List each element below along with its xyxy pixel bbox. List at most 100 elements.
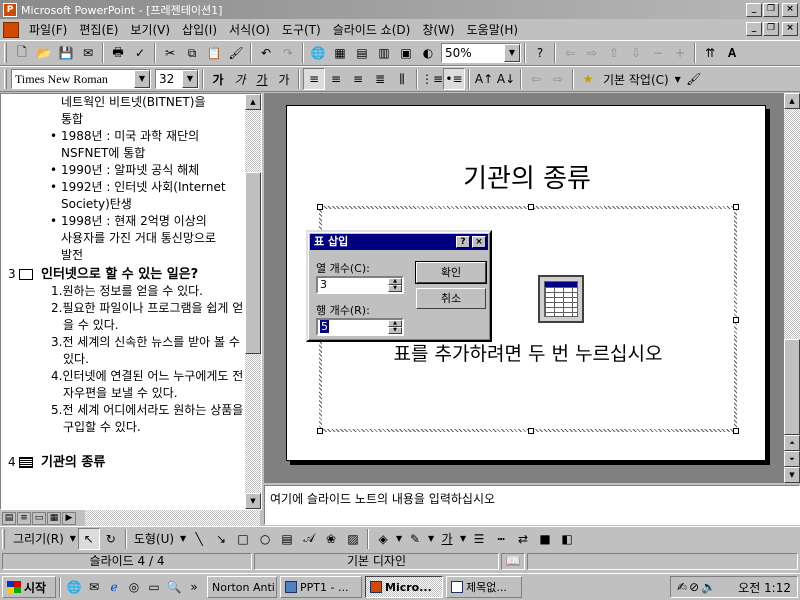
rotate-icon[interactable]: ↻ <box>100 528 122 550</box>
resize-handle[interactable] <box>733 204 739 210</box>
copy-icon[interactable]: ⧉ <box>181 42 203 64</box>
document-icon[interactable] <box>3 21 19 38</box>
dash-style-icon[interactable]: ┅ <box>490 528 512 550</box>
scroll-down-icon[interactable]: ▼ <box>245 493 261 509</box>
outline-hscrollbar[interactable] <box>85 510 260 526</box>
slide-title[interactable]: 기관의 종류 <box>287 158 767 195</box>
toolbar-grip[interactable] <box>4 69 7 89</box>
quicklaunch-outlook-icon[interactable]: ✉ <box>84 577 104 597</box>
normal-view-icon[interactable]: ▤ <box>2 511 16 525</box>
clock[interactable]: 오전 1:12 <box>738 579 797 596</box>
menu-file[interactable]: 파일(F) <box>23 20 73 40</box>
close-button[interactable]: × <box>782 2 798 17</box>
scroll-thumb[interactable] <box>245 172 261 354</box>
help-icon[interactable]: ? <box>456 236 470 248</box>
resize-handle[interactable] <box>317 428 323 434</box>
cut-icon[interactable]: ✂ <box>159 42 181 64</box>
task-powerpoint[interactable]: Micro... <box>365 576 443 598</box>
picture-icon[interactable]: ▨ <box>342 528 364 550</box>
grayscale-icon[interactable]: ◐ <box>417 42 439 64</box>
rows-stepper[interactable]: 5 ▲ ▼ <box>316 318 404 336</box>
volume-icon[interactable]: 🔊 <box>701 580 716 594</box>
resize-handle[interactable] <box>528 428 534 434</box>
resize-handle[interactable] <box>317 204 323 210</box>
scroll-thumb[interactable] <box>784 339 800 435</box>
task-norton[interactable]: Norton Anti... <box>207 576 277 598</box>
shadow-icon[interactable]: 가 <box>273 68 295 90</box>
spin-up-icon[interactable]: ▲ <box>388 320 402 327</box>
menu-view[interactable]: 보기(V) <box>124 20 176 40</box>
distribute-icon[interactable]: ⫼ <box>391 68 413 90</box>
menu-format[interactable]: 서식(O) <box>223 20 276 40</box>
outline-slide-3[interactable]: 3 인터넷으로 할 수 있는 일은? <box>1 266 248 283</box>
demote-icon[interactable]: ⇨ <box>547 68 569 90</box>
save-icon[interactable]: 💾 <box>55 42 77 64</box>
ok-button[interactable]: 확인 <box>415 261 487 284</box>
menu-window[interactable]: 창(W) <box>416 20 460 40</box>
help-icon[interactable]: ? <box>529 42 551 64</box>
font-color-icon[interactable]: 가 <box>436 528 458 550</box>
quicklaunch-app-icon[interactable]: ◎ <box>124 577 144 597</box>
chevron-down-icon[interactable]: ▼ <box>134 70 150 88</box>
scroll-down-icon[interactable]: ▼ <box>784 467 800 483</box>
chevron-down-icon[interactable]: ▼ <box>426 528 436 550</box>
wordart-icon[interactable]: 𝒜 <box>298 528 320 550</box>
toolbar-grip[interactable] <box>2 528 5 549</box>
powerpoint-icon[interactable]: P <box>3 2 17 17</box>
slide-view-icon[interactable]: ▭ <box>32 511 46 525</box>
decrease-font-icon[interactable]: A↓ <box>495 68 517 90</box>
italic-icon[interactable]: 가 <box>229 68 251 90</box>
redo-icon[interactable]: ↷ <box>277 42 299 64</box>
autoshapes-menu[interactable]: 도형(U) <box>130 530 178 547</box>
hyperlink-icon[interactable]: 🌐 <box>307 42 329 64</box>
quicklaunch-browser-icon[interactable]: ℯ <box>104 577 124 597</box>
notes-placeholder[interactable]: 여기에 슬라이드 노트의 내용을 입력하십시오 <box>270 490 495 507</box>
menu-slideshow[interactable]: 슬라이드 쇼(D) <box>327 20 417 40</box>
undo-icon[interactable]: ↶ <box>255 42 277 64</box>
zoom-combo[interactable]: 50% ▼ <box>441 43 521 63</box>
resize-handle[interactable] <box>528 204 534 210</box>
demote-icon[interactable]: ⇨ <box>581 42 603 64</box>
table-icon[interactable] <box>538 275 584 323</box>
outline-pane[interactable]: 네트웍인 비트넷(BITNET)을 통합 • 1988년 : 미국 과학 재단의 N… <box>0 93 262 510</box>
move-up-icon[interactable]: ⇧ <box>603 42 625 64</box>
star-animation-icon[interactable]: ★ <box>577 68 599 90</box>
numbering-icon[interactable]: ⋮≡ <box>421 68 443 90</box>
scroll-up-icon[interactable]: ▲ <box>784 93 800 109</box>
underline-icon[interactable]: 가 <box>251 68 273 90</box>
increase-font-icon[interactable]: A↑ <box>473 68 495 90</box>
spin-up-icon[interactable]: ▲ <box>388 278 402 285</box>
notes-pane[interactable]: 여기에 슬라이드 노트의 내용을 입력하십시오 <box>264 485 800 525</box>
cancel-button[interactable]: 취소 <box>416 288 486 309</box>
collapse-icon[interactable]: − <box>647 42 669 64</box>
resize-handle[interactable] <box>733 317 739 323</box>
doc-restore-button[interactable]: ❐ <box>763 22 779 36</box>
close-icon[interactable]: × <box>472 236 486 248</box>
resize-handle[interactable] <box>733 428 739 434</box>
insert-table-icon[interactable]: ▤ <box>351 42 373 64</box>
align-right-icon[interactable]: ≡ <box>347 68 369 90</box>
new-slide-icon[interactable]: ▣ <box>395 42 417 64</box>
promote-icon[interactable]: ⇦ <box>525 68 547 90</box>
spin-down-icon[interactable]: ▼ <box>388 327 402 334</box>
shadow-style-icon[interactable]: ■ <box>534 528 556 550</box>
quicklaunch-search-icon[interactable]: 🔍 <box>164 577 184 597</box>
columns-value[interactable]: 3 <box>320 278 327 291</box>
bold-icon[interactable]: 가 <box>207 68 229 90</box>
columns-stepper[interactable]: 3 ▲ ▼ <box>316 276 404 294</box>
chevron-down-icon[interactable]: ▼ <box>504 44 520 62</box>
bullets-icon[interactable]: •≡ <box>443 68 465 90</box>
fill-color-icon[interactable]: ◈ <box>372 528 394 550</box>
quicklaunch-desktop-icon[interactable]: ▭ <box>144 577 164 597</box>
oval-icon[interactable]: ○ <box>254 528 276 550</box>
textbox-icon[interactable]: ▤ <box>276 528 298 550</box>
outline-content[interactable]: 네트웍인 비트넷(BITNET)을 통합 • 1988년 : 미국 과학 재단의 N… <box>1 94 248 509</box>
draw-menu[interactable]: 그리기(R) <box>9 530 68 547</box>
show-formatting-icon[interactable]: ⇈ <box>699 42 721 64</box>
show-format-icon[interactable]: 𝐀 <box>721 42 743 64</box>
arrow-icon[interactable]: ↘ <box>210 528 232 550</box>
line-icon[interactable]: ╲ <box>188 528 210 550</box>
fill-color-icon[interactable]: 🖌 <box>683 68 705 90</box>
menu-edit[interactable]: 편집(E) <box>73 20 124 40</box>
slide-sorter-icon[interactable]: ▦ <box>47 511 61 525</box>
